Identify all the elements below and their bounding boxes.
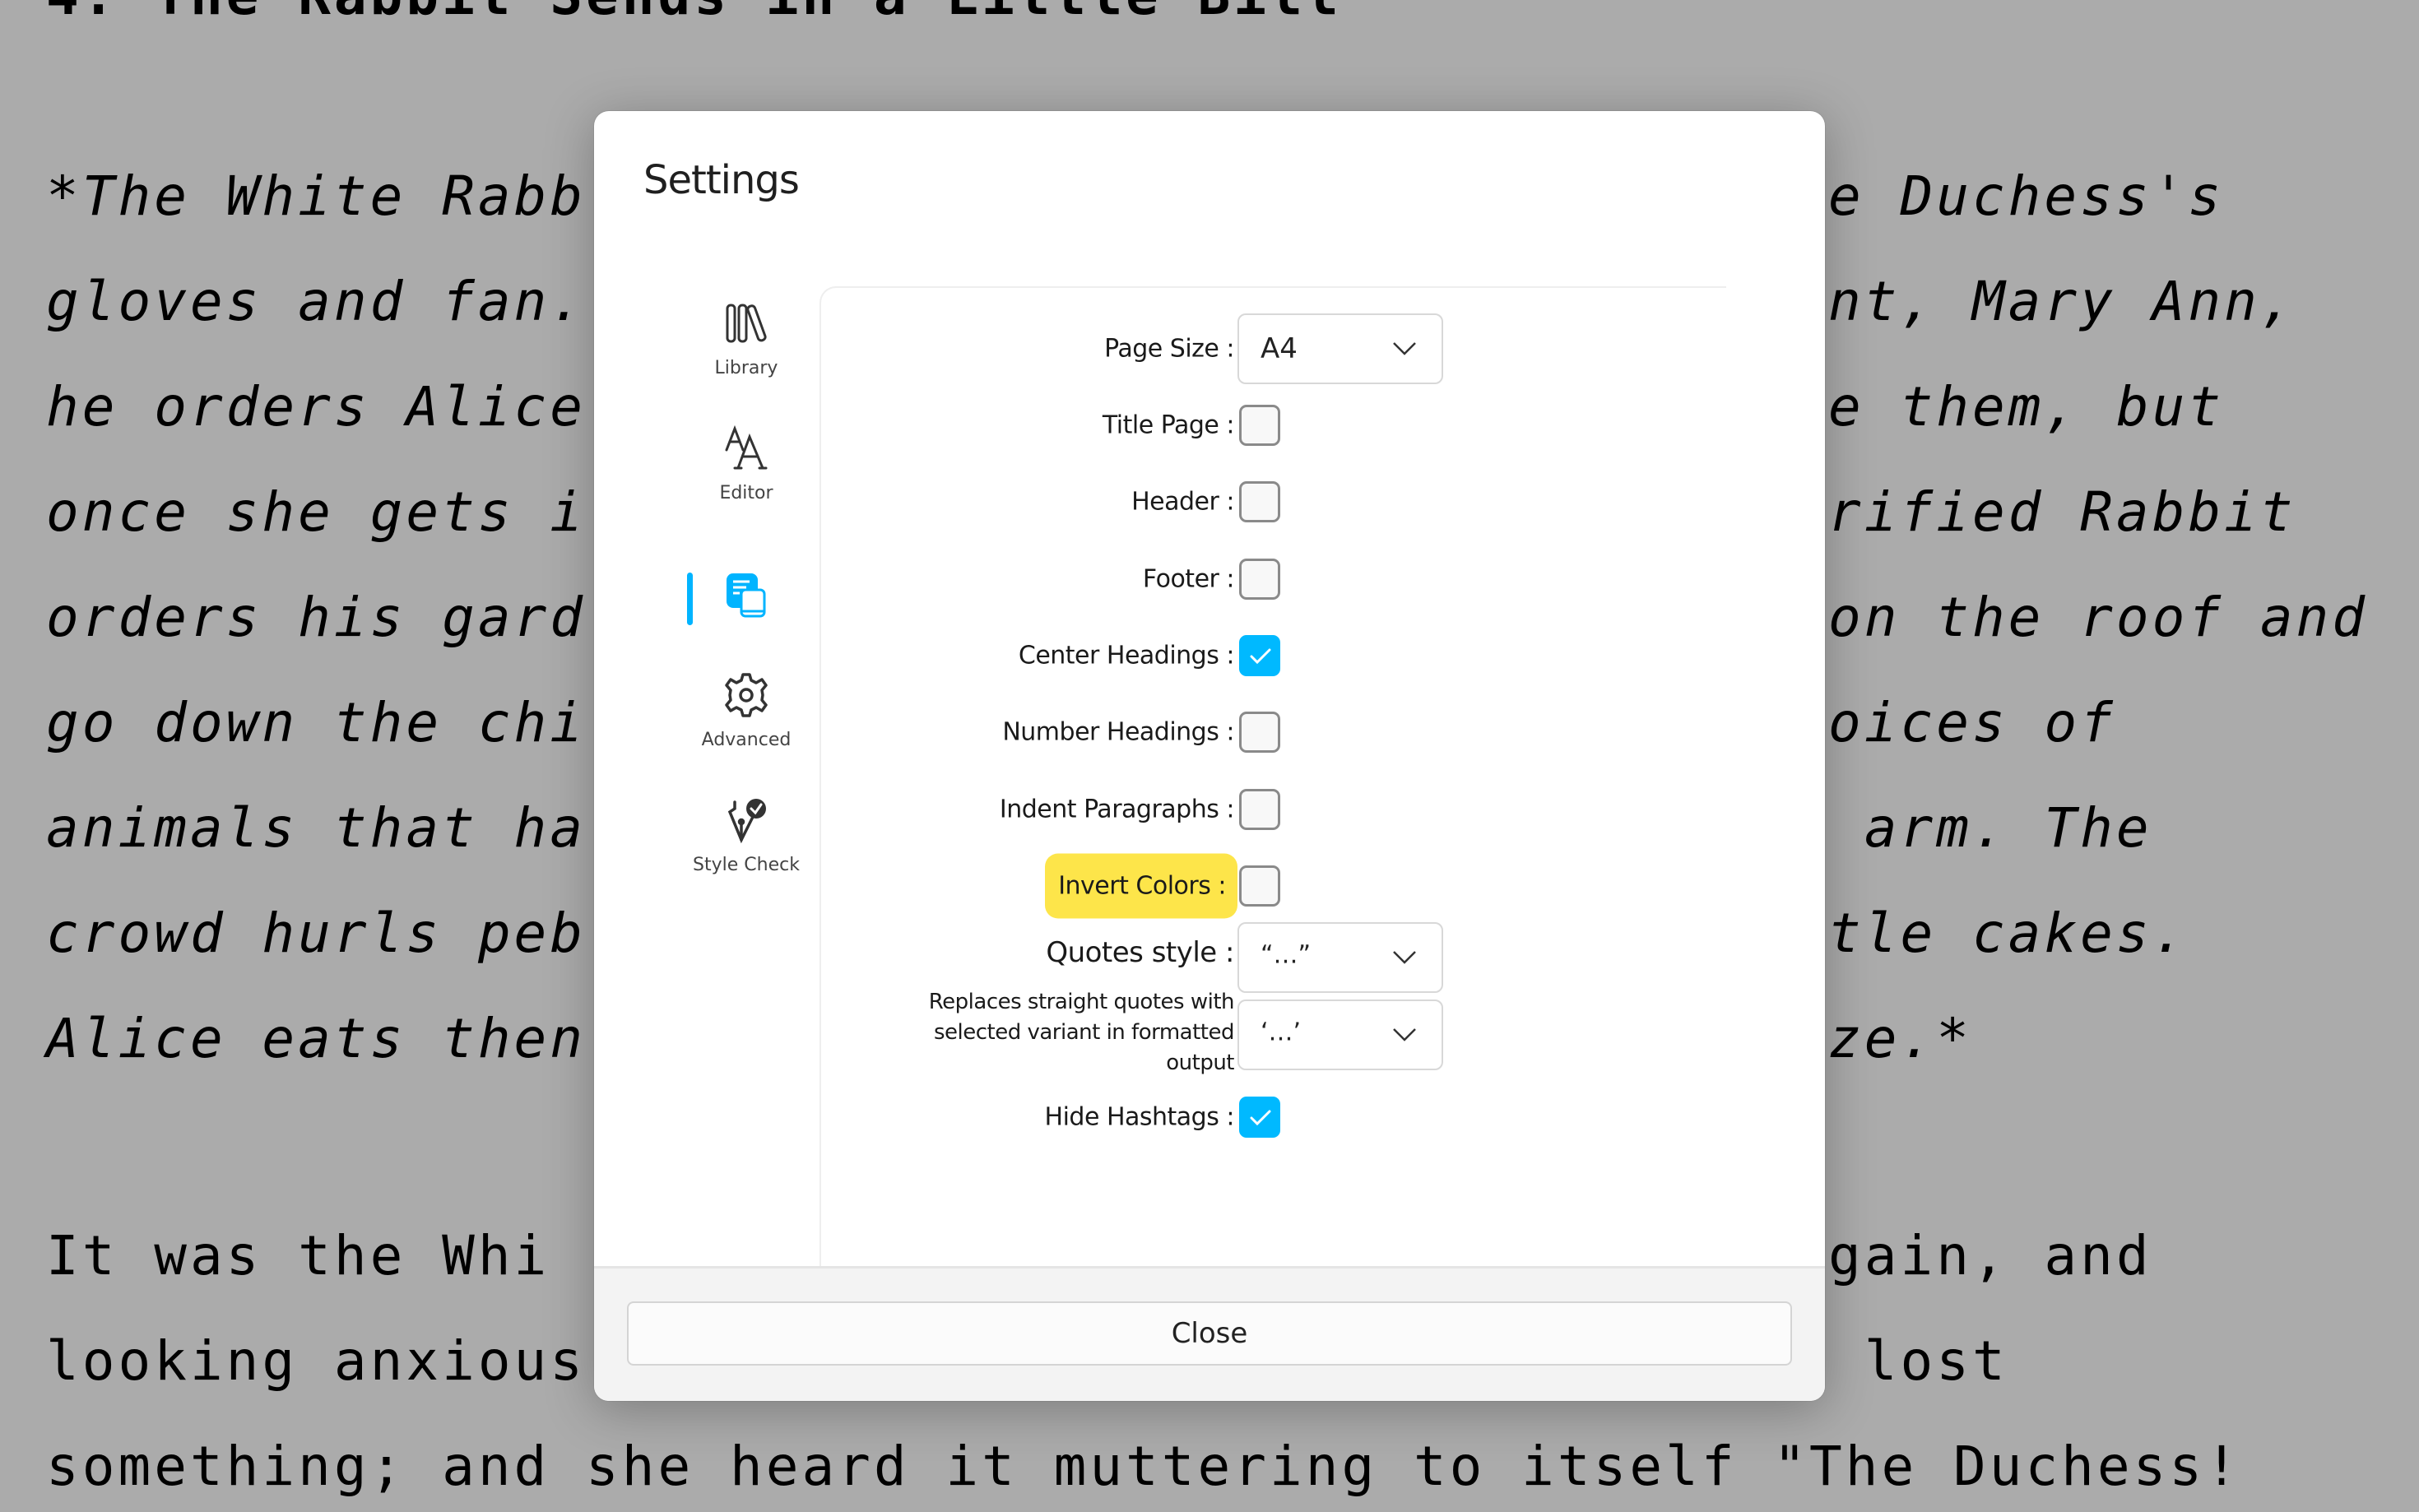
sidebar-item-label: Editor (719, 483, 773, 503)
doc-line: Alice eats then (46, 1007, 587, 1070)
chapter-heading: 4. The Rabbit Sends in a Little Bill (46, 0, 1341, 23)
books-icon (726, 304, 767, 343)
page-size-select[interactable]: A4 (1237, 313, 1443, 384)
doc-line: go down the chi (46, 691, 587, 754)
sidebar-item-library[interactable]: Library (689, 299, 804, 378)
pen-check-icon (727, 799, 766, 844)
sidebar-item-publishing[interactable] (689, 570, 804, 629)
doc-line: rified Rabbit (1828, 480, 2296, 544)
title-page-label: Title Page : (1102, 410, 1235, 440)
footer-label: Footer : (1142, 564, 1235, 594)
doc-line: orders his gard (46, 586, 587, 649)
sidebar-item-label: Style Check (693, 855, 800, 875)
header-label: Header : (1131, 487, 1234, 517)
setting-title-page: Title Page : (821, 392, 1726, 458)
invert-colors-checkbox[interactable] (1239, 865, 1280, 907)
doc-line: looking anxious (46, 1329, 587, 1393)
setting-hide-hashtags: Hide Hashtags : (821, 1084, 1726, 1150)
checkmark-icon (1250, 648, 1271, 665)
font-size-icon (725, 424, 768, 470)
doc-line: gloves and fan. (46, 270, 587, 333)
indent-paragraphs-label: Indent Paragraphs : (999, 795, 1235, 824)
sidebar-item-style-check[interactable]: Style Check (689, 795, 804, 875)
chevron-down-icon (1393, 1028, 1416, 1041)
hide-hashtags-label: Hide Hashtags : (1044, 1102, 1235, 1132)
settings-dialog: Settings Library Editor Advanced Style C… (594, 111, 1825, 1401)
doc-line: *The White Rabb (46, 165, 587, 228)
sidebar-item-label: Advanced (701, 730, 792, 750)
checkmark-icon (1250, 1110, 1271, 1126)
setting-number-headings: Number Headings : (821, 699, 1726, 765)
quotes-style-label: Quotes style : (1046, 936, 1234, 969)
chevron-down-icon (1393, 342, 1416, 355)
doc-line: he orders Alice (46, 375, 587, 438)
doc-line: arm. The (1828, 796, 2152, 860)
doc-line: crowd hurls peb (46, 902, 587, 965)
sidebar-item-editor[interactable]: Editor (689, 424, 804, 503)
doc-line: tle cakes. (1828, 902, 2189, 965)
setting-single-quotes: ‘…’ (821, 999, 1726, 1070)
double-quotes-value: “…” (1261, 940, 1312, 970)
doc-line: on the roof and (1828, 586, 2369, 649)
double-quotes-select[interactable]: “…” (1237, 922, 1443, 993)
sidebar-item-advanced[interactable]: Advanced (689, 670, 804, 750)
doc-line: lost (1828, 1329, 2008, 1393)
doc-line: It was the Whi (46, 1224, 550, 1287)
dialog-title: Settings (643, 157, 800, 203)
setting-page-size: Page Size : A4 (821, 313, 1726, 384)
setting-center-headings: Center Headings : (821, 623, 1726, 689)
settings-panel: Page Size : A4 Title Page : Header : Foo… (819, 286, 1726, 1283)
number-headings-checkbox[interactable] (1239, 712, 1280, 753)
center-headings-checkbox[interactable] (1239, 635, 1280, 676)
doc-line: animals that ha (46, 796, 587, 860)
invert-colors-label: Invert Colors : (1045, 853, 1237, 919)
close-button[interactable]: Close (627, 1301, 1792, 1366)
chevron-down-icon (1393, 951, 1416, 964)
footer-checkbox[interactable] (1239, 559, 1280, 600)
doc-line: nt, Mary Ann, (1828, 270, 2296, 333)
single-quotes-value: ‘…’ (1261, 1018, 1302, 1047)
doc-line: something; and she heard it muttering to… (46, 1435, 2241, 1498)
doc-line: e them, but (1828, 375, 2225, 438)
setting-quotes-style: Quotes style : “…” (821, 922, 1726, 993)
setting-invert-colors: Invert Colors : (821, 853, 1726, 919)
gear-icon (725, 673, 768, 717)
doc-line: ze.* (1828, 1007, 1972, 1070)
center-headings-label: Center Headings : (1018, 641, 1235, 670)
setting-footer: Footer : (821, 546, 1726, 612)
hide-hashtags-checkbox[interactable] (1239, 1097, 1280, 1138)
setting-header: Header : (821, 469, 1726, 535)
doc-line: gain, and (1828, 1224, 2152, 1287)
doc-line: oices of (1828, 691, 2116, 754)
page-size-value: A4 (1261, 332, 1298, 365)
dialog-footer: Close (594, 1266, 1825, 1401)
setting-indent-paragraphs: Indent Paragraphs : (821, 777, 1726, 842)
title-page-checkbox[interactable] (1239, 405, 1280, 446)
single-quotes-select[interactable]: ‘…’ (1237, 999, 1443, 1070)
document-book-icon (727, 573, 766, 618)
indent-paragraphs-checkbox[interactable] (1239, 789, 1280, 830)
header-checkbox[interactable] (1239, 481, 1280, 522)
page-size-label: Page Size : (1104, 334, 1234, 364)
number-headings-label: Number Headings : (1002, 717, 1234, 747)
doc-line: e Duchess's (1828, 165, 2225, 228)
sidebar-item-label: Library (714, 358, 778, 378)
doc-line: once she gets i (46, 480, 587, 544)
